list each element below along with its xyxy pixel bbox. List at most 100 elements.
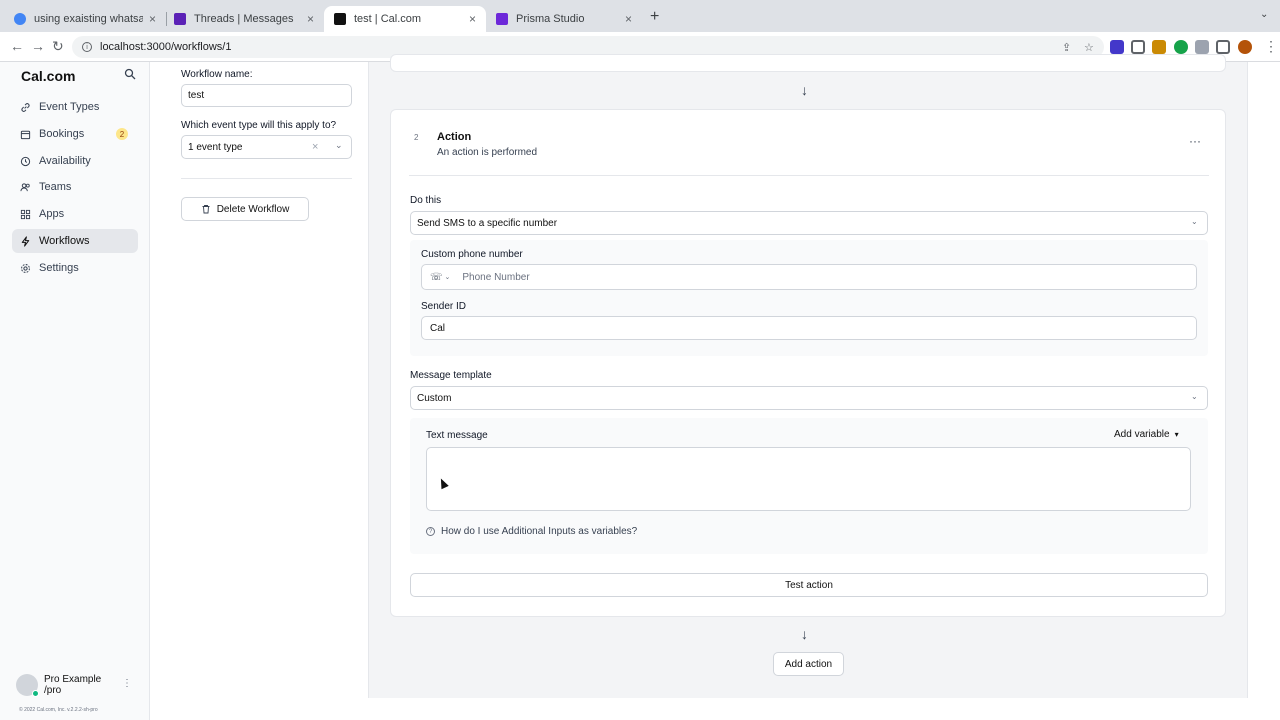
browser-tab-2[interactable]: Threads | Messages ×: [164, 6, 324, 32]
trash-icon: [202, 205, 210, 214]
close-tab-icon[interactable]: ×: [625, 12, 632, 26]
add-action-button[interactable]: Add action: [773, 652, 844, 676]
sender-id-input[interactable]: Cal: [421, 316, 1197, 340]
step-subtitle: An action is performed: [437, 147, 538, 158]
google-favicon-icon: [14, 13, 26, 25]
close-tab-icon[interactable]: ×: [307, 12, 314, 26]
workflow-name-value: test: [188, 90, 205, 101]
side-panel-icon[interactable]: [1216, 40, 1230, 54]
user-profile[interactable]: Pro Example /pro: [16, 674, 102, 697]
add-variable-dropdown[interactable]: Add variable ▾: [1114, 429, 1179, 440]
sidebar-item-label: Bookings: [39, 128, 85, 140]
help-text: How do I use Additional Inputs as variab…: [441, 526, 638, 537]
calendar-icon: [20, 130, 31, 139]
url-text: localhost:3000/workflows/1: [100, 41, 232, 53]
browser-tab-3-active[interactable]: test | Cal.com ×: [324, 6, 486, 32]
sender-id-label: Sender ID: [421, 301, 467, 312]
event-type-label: Which event type will this apply to?: [181, 120, 337, 131]
close-tab-icon[interactable]: ×: [149, 12, 156, 26]
extension-screenshot-icon[interactable]: [1131, 40, 1145, 54]
add-action-label: Add action: [784, 658, 833, 670]
do-this-label: Do this: [410, 195, 442, 206]
workflow-settings-panel: Workflow name: test Which event type wil…: [150, 62, 368, 720]
clear-icon[interactable]: ×: [312, 141, 318, 153]
help-circle-icon: ?: [426, 527, 435, 536]
search-icon[interactable]: [124, 68, 136, 80]
tab-title: Prisma Studio: [516, 13, 585, 25]
sidebar-item-label: Settings: [39, 262, 79, 274]
sidebar-item-availability[interactable]: Availability: [12, 149, 138, 173]
app-logo[interactable]: Cal.com: [21, 68, 75, 84]
bookings-count-badge: 2: [116, 128, 128, 140]
event-type-value: 1 event type: [188, 141, 243, 153]
step-number: 2: [414, 133, 419, 142]
back-icon[interactable]: ←: [10, 38, 24, 54]
chevron-down-icon: ⌄: [1191, 392, 1198, 401]
user-name: Pro Example: [44, 674, 102, 685]
chevron-down-icon: ⌄: [1191, 217, 1198, 226]
action-type-select[interactable]: Send SMS to a specific number ⌄: [410, 211, 1208, 235]
test-action-button[interactable]: Test action: [410, 573, 1208, 597]
arrow-down-icon: ↓: [801, 626, 808, 642]
phone-number-input[interactable]: ☏ ⌄ Phone Number: [421, 264, 1197, 290]
sidebar-item-label: Availability: [39, 155, 91, 167]
sidebar-item-bookings[interactable]: Bookings 2: [12, 122, 138, 146]
delete-workflow-button[interactable]: Delete Workflow: [181, 197, 309, 221]
calcom-favicon-icon: [334, 13, 346, 25]
text-message-box: Text message Add variable ▾ ? How do I u…: [410, 418, 1208, 554]
tab-title: test | Cal.com: [354, 13, 422, 25]
arrow-down-icon: ↓: [801, 82, 808, 98]
step-options-icon[interactable]: ···: [1189, 134, 1201, 148]
zap-icon: [21, 235, 30, 247]
sidebar-item-apps[interactable]: Apps: [12, 202, 138, 226]
step-title: Action: [437, 131, 472, 143]
users-icon: [20, 182, 30, 191]
extension-chart-icon[interactable]: [1152, 40, 1166, 54]
sidebar-item-label: Teams: [39, 181, 72, 193]
message-template-select[interactable]: Custom ⌄: [410, 386, 1208, 410]
variables-help-link[interactable]: ? How do I use Additional Inputs as vari…: [426, 526, 637, 537]
clock-icon: [20, 156, 31, 166]
browser-tab-1[interactable]: using exaisting whatsapp numb ×: [4, 6, 166, 32]
extension-grammarly-icon[interactable]: [1174, 40, 1188, 54]
phone-placeholder: Phone Number: [462, 271, 530, 283]
avatar: [16, 674, 39, 697]
action-step-card: 2 Action An action is performed ··· Do t…: [390, 109, 1226, 617]
tab-search-chevron-icon[interactable]: ⌄: [1260, 9, 1268, 20]
new-tab-button[interactable]: +: [650, 8, 659, 26]
site-info-icon[interactable]: i: [82, 42, 92, 52]
forward-icon[interactable]: →: [31, 38, 45, 54]
share-icon[interactable]: ⇪: [1062, 41, 1071, 54]
chevron-down-icon: ⌄: [444, 274, 451, 281]
link-icon: [21, 102, 30, 112]
sidebar-item-settings[interactable]: Settings: [12, 256, 138, 280]
browser-menu-icon[interactable]: ⋮: [1264, 38, 1278, 55]
extensions-puzzle-icon[interactable]: [1195, 40, 1209, 54]
divider: [181, 178, 352, 179]
country-flag-icon[interactable]: ☏: [430, 272, 443, 283]
extension-bitwarden-icon[interactable]: [1110, 40, 1124, 54]
event-type-select[interactable]: 1 event type × ⌄: [181, 135, 352, 159]
user-menu-kebab-icon[interactable]: ⋮: [122, 678, 132, 689]
sms-settings-box: Custom phone number ☏ ⌄ Phone Number Sen…: [410, 240, 1208, 356]
add-variable-label: Add variable: [1114, 429, 1170, 440]
action-type-value: Send SMS to a specific number: [417, 217, 558, 229]
text-message-textarea[interactable]: [426, 447, 1191, 511]
profile-avatar-icon[interactable]: [1238, 40, 1252, 54]
test-action-label: Test action: [785, 579, 833, 591]
browser-tab-bar: using exaisting whatsapp numb × Threads …: [0, 0, 1280, 32]
message-template-value: Custom: [417, 392, 452, 404]
text-message-label: Text message: [426, 430, 488, 441]
bookmark-star-icon[interactable]: ☆: [1084, 41, 1094, 54]
browser-tab-4[interactable]: Prisma Studio ×: [486, 6, 642, 32]
reload-icon[interactable]: ↻: [52, 38, 64, 55]
custom-phone-label: Custom phone number: [421, 249, 523, 260]
sidebar-item-workflows[interactable]: Workflows: [12, 229, 138, 253]
grid-icon: [20, 209, 31, 219]
close-tab-icon[interactable]: ×: [469, 12, 476, 26]
sidebar-item-event-types[interactable]: Event Types: [12, 95, 138, 119]
workflow-name-input[interactable]: test: [181, 84, 352, 107]
sender-id-value: Cal: [430, 322, 446, 334]
workflow-name-label: Workflow name:: [181, 69, 253, 80]
sidebar-item-teams[interactable]: Teams: [12, 175, 138, 199]
